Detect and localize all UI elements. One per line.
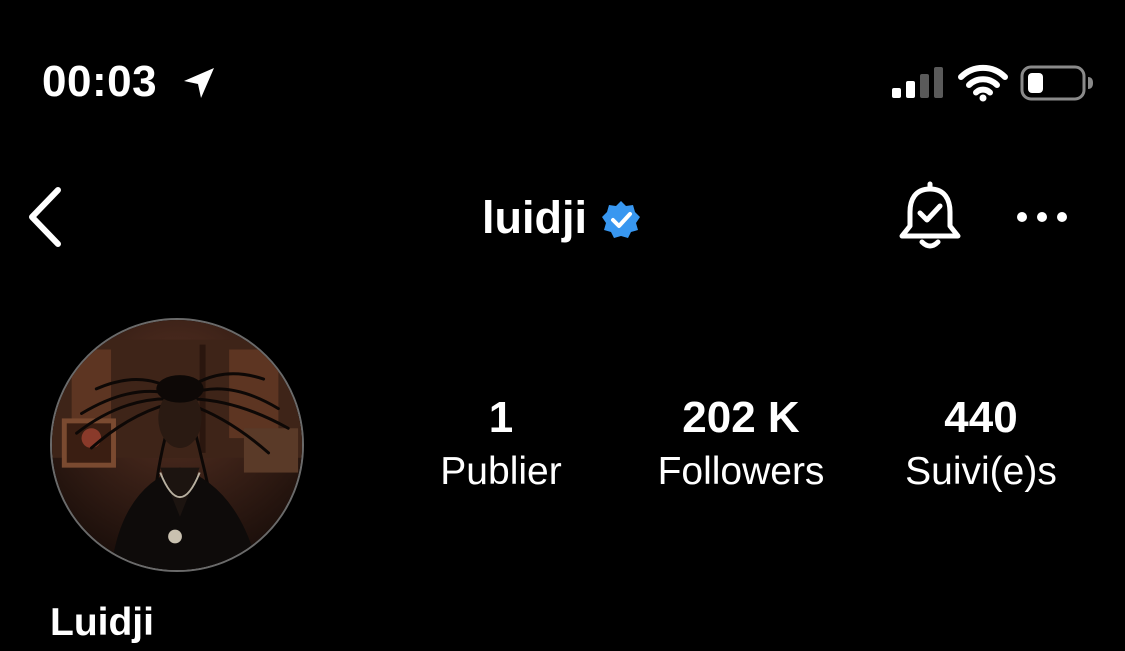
profile-avatar[interactable] [50, 318, 304, 572]
posts-stat[interactable]: 1 Publier [381, 392, 621, 498]
status-time: 00:03 [42, 57, 158, 106]
cellular-signal-icon [892, 67, 943, 98]
more-options-button[interactable] [1012, 200, 1072, 234]
notifications-bell-button[interactable] [896, 180, 964, 252]
display-name: Luidji [50, 601, 154, 644]
followers-count: 202 K [682, 393, 800, 442]
wifi-icon [958, 64, 1008, 102]
profile-header-title: luidji [482, 188, 641, 248]
following-label: Suivi(e)s [905, 450, 1057, 493]
posts-label: Publier [440, 450, 562, 493]
posts-count: 1 [488, 393, 514, 442]
verified-badge-icon [602, 201, 640, 238]
followers-label: Followers [657, 450, 825, 493]
battery-icon [1020, 65, 1093, 101]
back-button[interactable] [22, 184, 72, 250]
following-stat[interactable]: 440 Suivi(e)s [861, 392, 1101, 498]
location-arrow-icon [184, 68, 214, 98]
followers-stat[interactable]: 202 K Followers [621, 392, 861, 498]
username: luidji [482, 192, 587, 243]
following-count: 440 [944, 393, 1018, 442]
